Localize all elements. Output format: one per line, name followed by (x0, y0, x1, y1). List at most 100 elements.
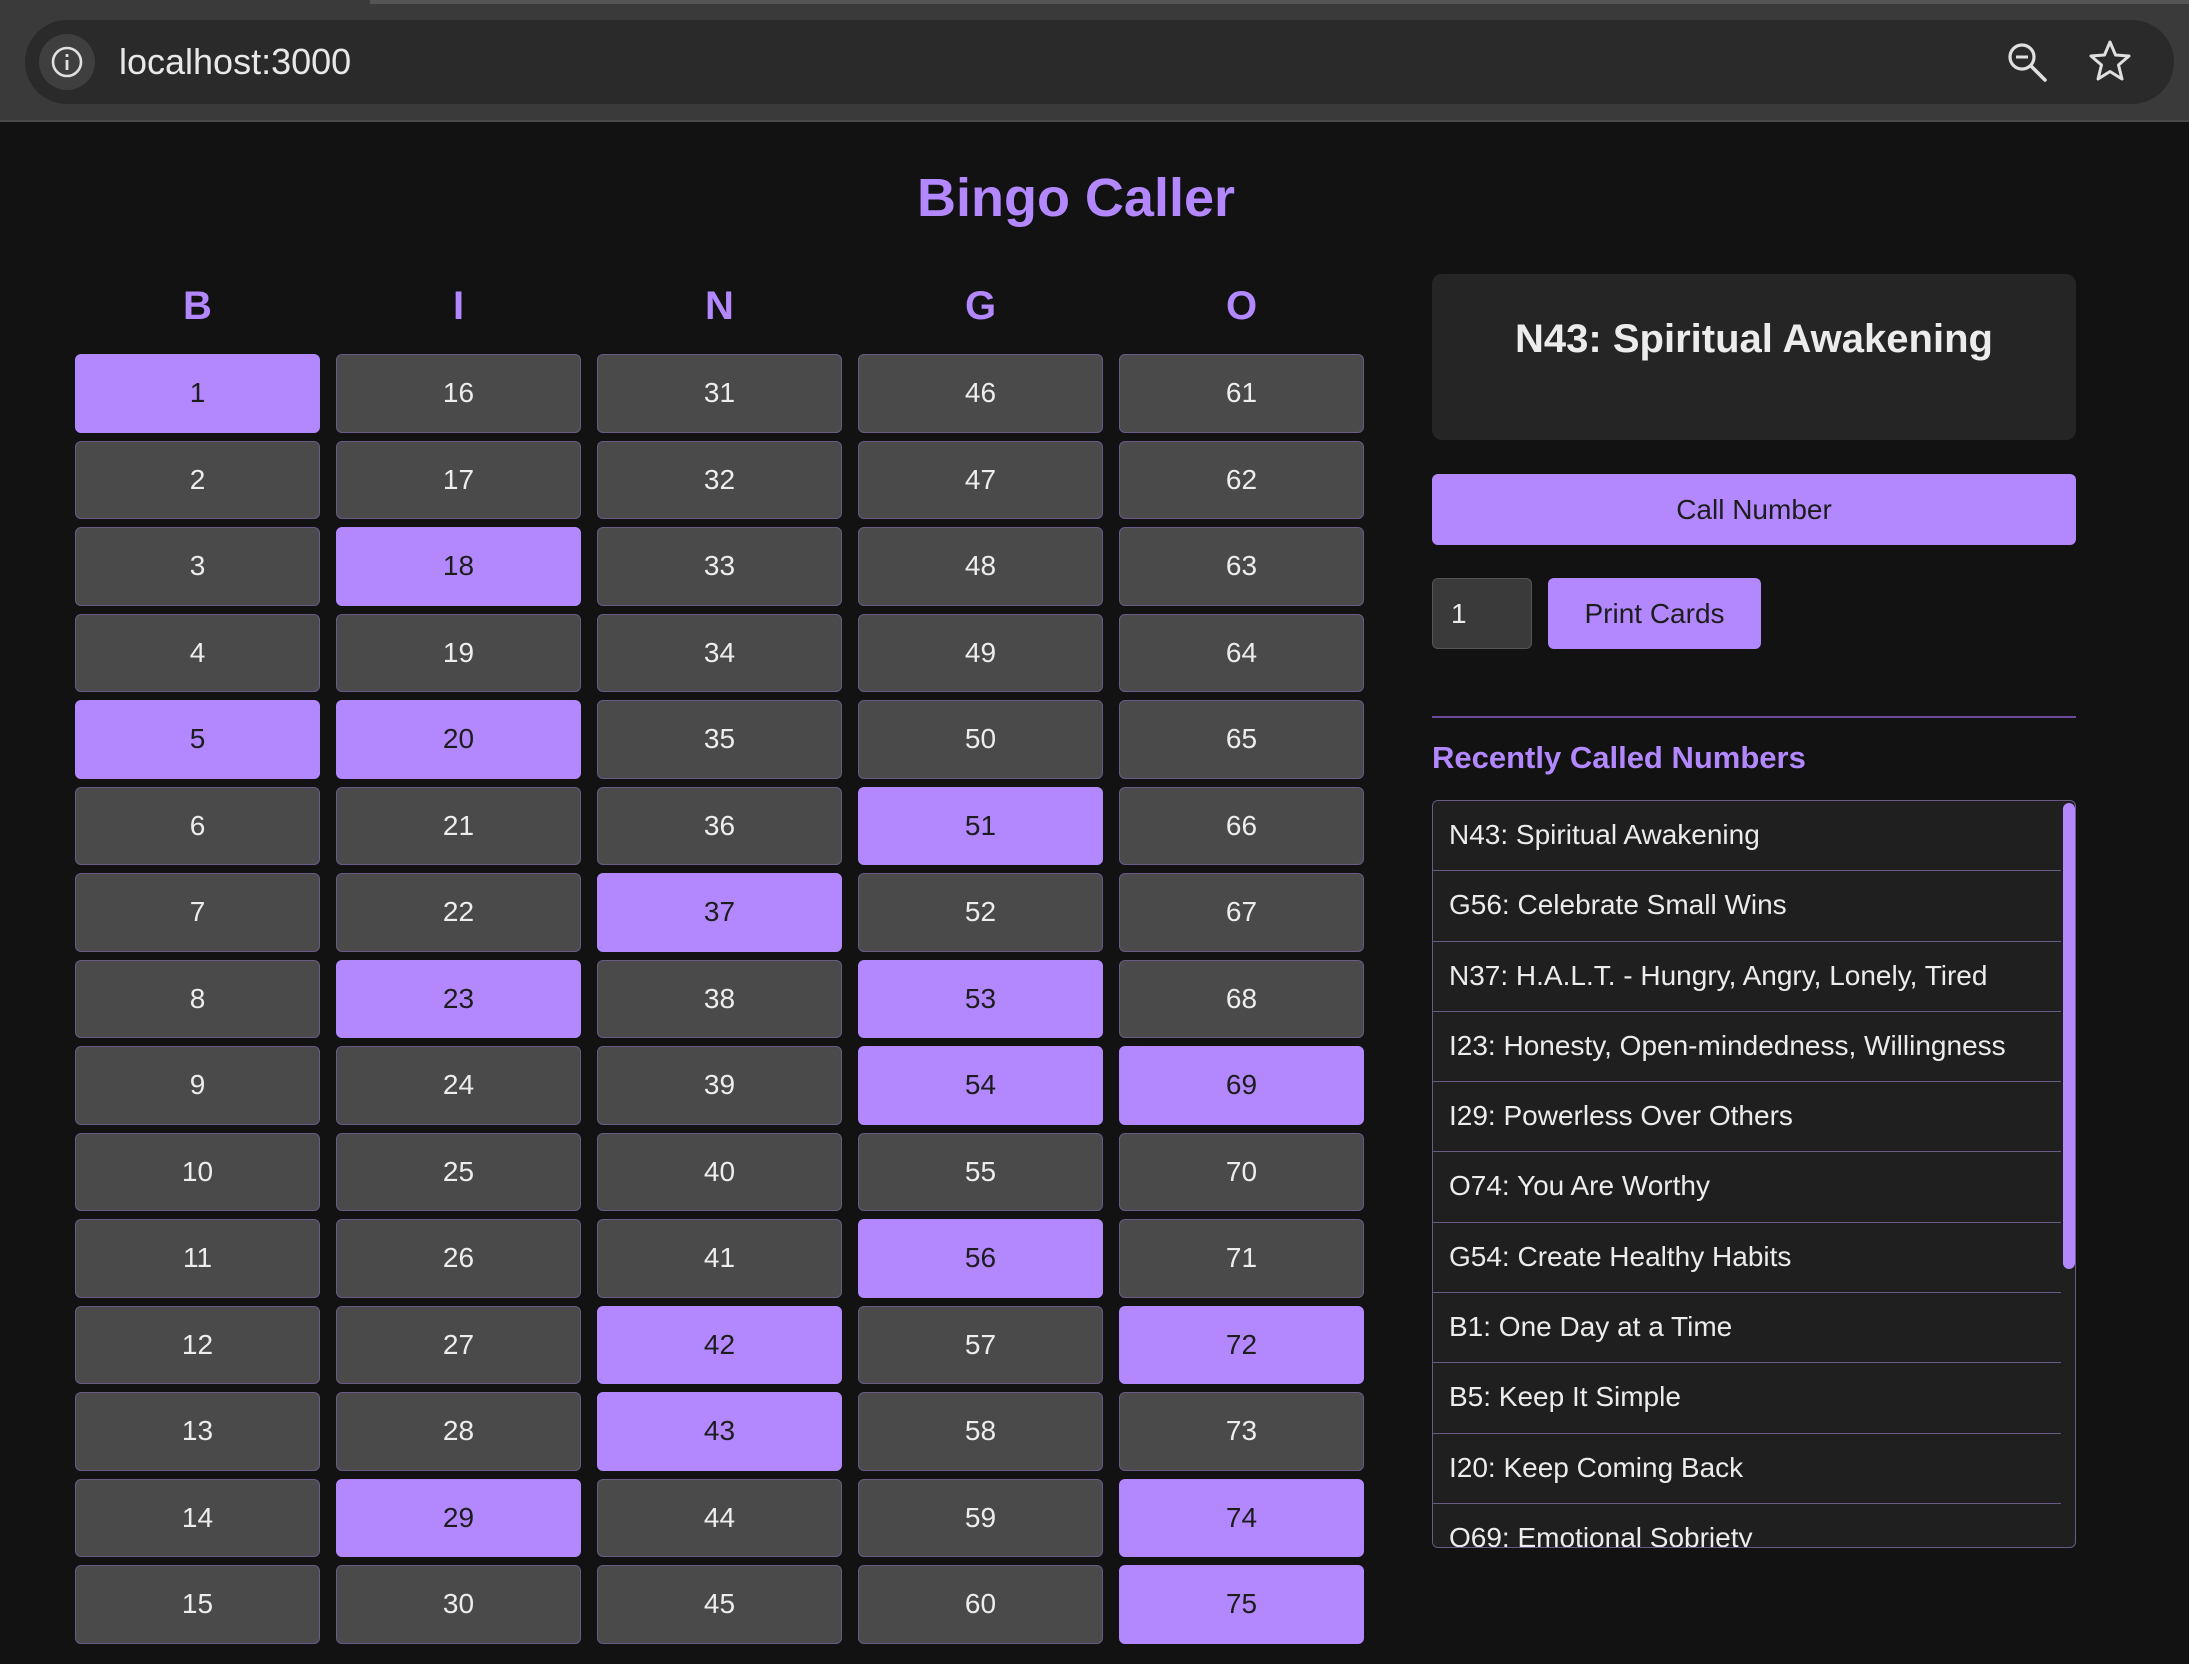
divider (1432, 716, 2076, 718)
bingo-cell[interactable]: 30 (336, 1565, 581, 1644)
cards-count-input[interactable] (1432, 578, 1532, 649)
bingo-cell[interactable]: 36 (597, 786, 842, 865)
bingo-cell[interactable]: 71 (1119, 1219, 1364, 1298)
bingo-cell[interactable]: 53 (858, 959, 1103, 1038)
bingo-cell[interactable]: 42 (597, 1305, 842, 1384)
bingo-cell[interactable]: 45 (597, 1565, 842, 1644)
bingo-cell[interactable]: 25 (336, 1132, 581, 1211)
bingo-cell[interactable]: 75 (1119, 1565, 1364, 1644)
bingo-cell[interactable]: 54 (858, 1046, 1103, 1125)
call-number-button[interactable]: Call Number (1432, 474, 2076, 545)
bingo-cell[interactable]: 47 (858, 440, 1103, 519)
bingo-cell[interactable]: 6 (75, 786, 320, 865)
star-icon[interactable] (2087, 38, 2133, 84)
bingo-cell[interactable]: 44 (597, 1478, 842, 1557)
bingo-cell[interactable]: 24 (336, 1046, 581, 1125)
bingo-cell[interactable]: 46 (858, 354, 1103, 433)
bingo-cell[interactable]: 12 (75, 1305, 320, 1384)
bingo-cell[interactable]: 15 (75, 1565, 320, 1644)
bingo-cell[interactable]: 13 (75, 1392, 320, 1471)
bingo-cell[interactable]: 23 (336, 959, 581, 1038)
bingo-cell[interactable]: 49 (858, 613, 1103, 692)
bingo-cell[interactable]: 50 (858, 700, 1103, 779)
bingo-cell[interactable]: 18 (336, 527, 581, 606)
bingo-cell[interactable]: 20 (336, 700, 581, 779)
scrollbar-thumb[interactable] (2063, 803, 2075, 1269)
bingo-cell[interactable]: 34 (597, 613, 842, 692)
bingo-cell[interactable]: 70 (1119, 1132, 1364, 1211)
bingo-cell[interactable]: 72 (1119, 1305, 1364, 1384)
bingo-cell[interactable]: 11 (75, 1219, 320, 1298)
bingo-cell[interactable]: 17 (336, 440, 581, 519)
bingo-cell[interactable]: 28 (336, 1392, 581, 1471)
bingo-cell[interactable]: 9 (75, 1046, 320, 1125)
bingo-cell[interactable]: 14 (75, 1478, 320, 1557)
recent-numbers-list[interactable]: N43: Spiritual Awakening G56: Celebrate S… (1432, 800, 2076, 1548)
bingo-cell[interactable]: 27 (336, 1305, 581, 1384)
bingo-cell[interactable]: 37 (597, 873, 842, 952)
bingo-cell[interactable]: 60 (858, 1565, 1103, 1644)
bingo-cell[interactable]: 5 (75, 700, 320, 779)
bingo-cell[interactable]: 55 (858, 1132, 1103, 1211)
bingo-cell[interactable]: 48 (858, 527, 1103, 606)
column-letter-b: B (183, 284, 212, 328)
bingo-cell[interactable]: 10 (75, 1132, 320, 1211)
bingo-cell[interactable]: 16 (336, 354, 581, 433)
bingo-cell[interactable]: 22 (336, 873, 581, 952)
bingo-cell[interactable]: 74 (1119, 1478, 1364, 1557)
bingo-cell[interactable]: 66 (1119, 786, 1364, 865)
bingo-cell[interactable]: 4 (75, 613, 320, 692)
bingo-cell[interactable]: 39 (597, 1046, 842, 1125)
bingo-cell[interactable]: 40 (597, 1132, 842, 1211)
info-icon[interactable] (39, 34, 95, 90)
recent-list-item: G54: Create Healthy Habits (1433, 1222, 2061, 1294)
bingo-cell[interactable]: 68 (1119, 959, 1364, 1038)
bingo-cell[interactable]: 57 (858, 1305, 1103, 1384)
bingo-cell[interactable]: 38 (597, 959, 842, 1038)
recent-list-item: I29: Powerless Over Others (1433, 1082, 2061, 1153)
recent-numbers-heading: Recently Called Numbers (1432, 740, 1806, 775)
bingo-cell[interactable]: 69 (1119, 1046, 1364, 1125)
address-bar[interactable]: localhost:3000 (25, 20, 2174, 104)
bingo-cell[interactable]: 41 (597, 1219, 842, 1298)
tab-strip-edge (370, 0, 2189, 4)
bingo-cell[interactable]: 59 (858, 1478, 1103, 1557)
bingo-cell[interactable]: 65 (1119, 700, 1364, 779)
bingo-cell[interactable]: 1 (75, 354, 320, 433)
bingo-cell[interactable]: 73 (1119, 1392, 1364, 1471)
column-letter-i: I (452, 284, 465, 328)
bingo-cell[interactable]: 29 (336, 1478, 581, 1557)
bingo-cell[interactable]: 62 (1119, 440, 1364, 519)
bingo-cell[interactable]: 2 (75, 440, 320, 519)
url-text[interactable]: localhost:3000 (119, 20, 351, 104)
zoom-out-icon[interactable] (2005, 40, 2049, 84)
bingo-cell[interactable]: 33 (597, 527, 842, 606)
bingo-cell[interactable]: 7 (75, 873, 320, 952)
bingo-cell[interactable]: 64 (1119, 613, 1364, 692)
recent-list-item: G56: Celebrate Small Wins (1433, 871, 2061, 942)
print-cards-button[interactable]: Print Cards (1548, 578, 1761, 649)
bingo-cell[interactable]: 43 (597, 1392, 842, 1471)
bingo-cell[interactable]: 32 (597, 440, 842, 519)
bingo-cell[interactable]: 35 (597, 700, 842, 779)
bingo-cell[interactable]: 58 (858, 1392, 1103, 1471)
board-column-headers: BINGO (75, 270, 1367, 354)
bingo-cell[interactable]: 31 (597, 354, 842, 433)
bingo-cell[interactable]: 61 (1119, 354, 1364, 433)
bingo-cell[interactable]: 21 (336, 786, 581, 865)
bingo-cell[interactable]: 63 (1119, 527, 1364, 606)
bingo-cell[interactable]: 3 (75, 527, 320, 606)
bingo-board: BINGO 1 2 3 4 5 6 7 8 9 10 11 12 13 14 15 16 17 18 19 20 21 2… (75, 270, 1367, 1644)
recent-list-item: I23: Honesty, Open-mindedness, Willingne… (1433, 1011, 2061, 1083)
bingo-cell[interactable]: 52 (858, 873, 1103, 952)
page-title: Bingo Caller (916, 168, 1236, 228)
bingo-cell[interactable]: 8 (75, 959, 320, 1038)
bingo-cell[interactable]: 56 (858, 1219, 1103, 1298)
bingo-cell[interactable]: 51 (858, 786, 1103, 865)
board-grid: 1 2 3 4 5 6 7 8 9 10 11 12 13 14 15 16 17 18 19 20 21 22 23 24 2… (75, 354, 1367, 1644)
bingo-cell[interactable]: 67 (1119, 873, 1364, 952)
bingo-cell[interactable]: 26 (336, 1219, 581, 1298)
bingo-cell[interactable]: 19 (336, 613, 581, 692)
recent-items: N43: Spiritual Awakening G56: Celebrate S… (1433, 801, 2075, 1547)
recent-list-item: N37: H.A.L.T. - Hungry, Angry, Lonely, T… (1433, 941, 2061, 1012)
